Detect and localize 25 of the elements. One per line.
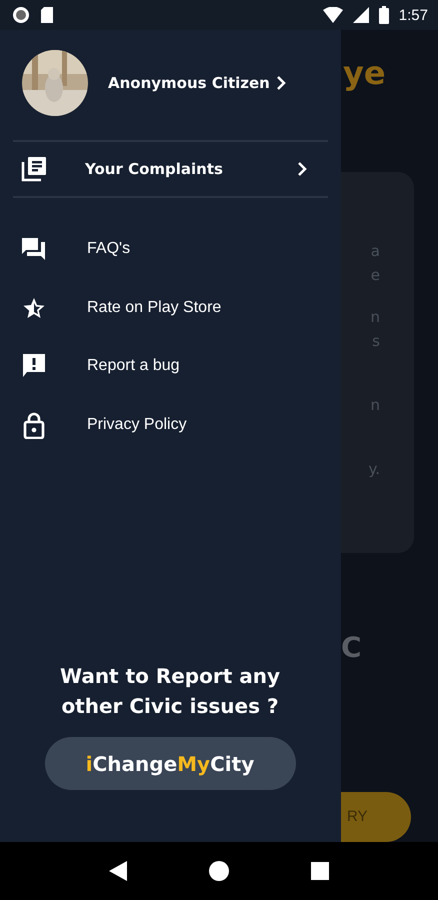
brand-button[interactable]: iChangeMyCity (44, 737, 296, 790)
lock-icon (21, 410, 47, 439)
complaints-item[interactable]: Your Complaints (0, 142, 341, 196)
message-alert-icon (21, 353, 47, 380)
report-prompt: Want to Report any other Civic issues ? (60, 663, 280, 720)
menu-item[interactable]: FAQ's (0, 220, 341, 278)
menu-item[interactable]: Rate on Play Store (0, 278, 341, 337)
clock-time: 1:57 (398, 6, 428, 24)
signal-icon (352, 7, 369, 23)
home-icon[interactable] (209, 861, 229, 881)
section-heading: C (341, 630, 363, 664)
chevron-right-icon (276, 75, 286, 91)
profile-link[interactable]: Anonymous Citizen (108, 74, 286, 92)
app-title: ye (343, 54, 387, 92)
record-icon (12, 6, 30, 24)
battery-icon (378, 6, 389, 24)
chat-icon (21, 237, 47, 262)
sd-card-icon (40, 6, 54, 24)
chevron-right-icon (297, 161, 307, 177)
star-icon (21, 296, 47, 320)
wifi-icon (322, 7, 343, 23)
back-icon[interactable] (109, 861, 127, 881)
library-icon (21, 156, 47, 182)
menu-item[interactable]: Report a bug (0, 337, 341, 396)
menu-item[interactable]: Privacy Policy (0, 396, 341, 454)
